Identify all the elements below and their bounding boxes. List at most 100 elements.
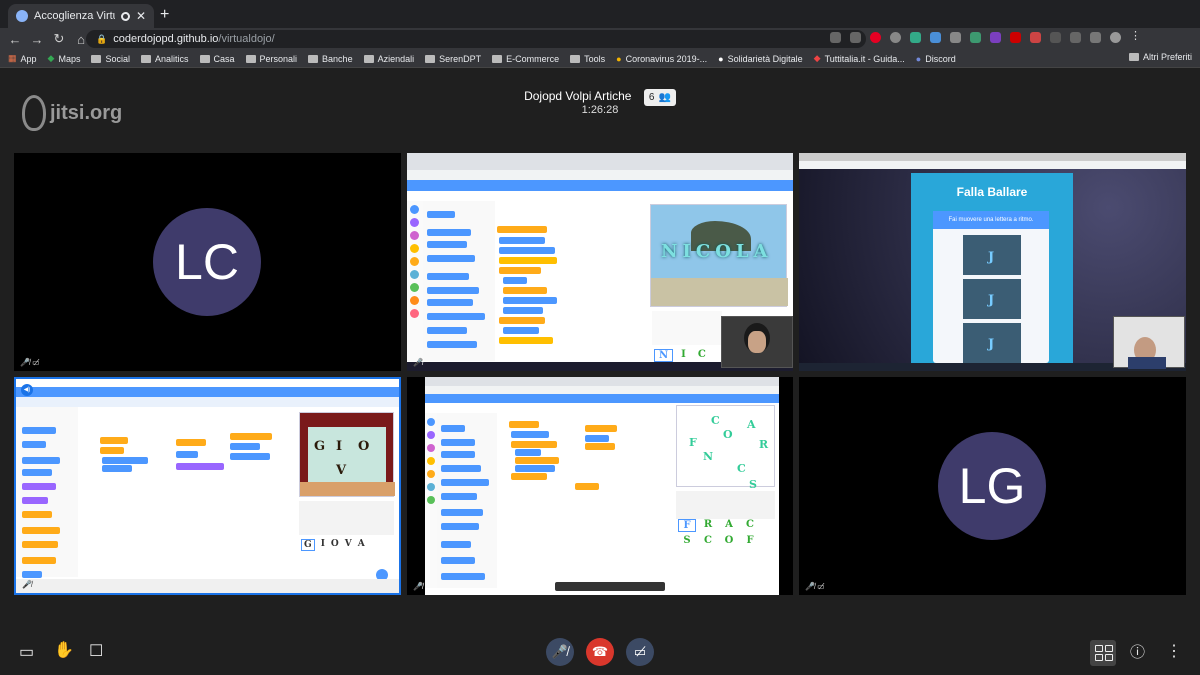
screen-scratch-menu	[425, 394, 779, 403]
video-tile-screen-letters[interactable]: F C A N R O C S F R A C S C O F 🎤̸	[407, 377, 793, 595]
back-icon[interactable]: ←	[4, 32, 26, 47]
bookmark-other[interactable]: Altri Preferiti	[1128, 52, 1192, 62]
extension-icon[interactable]	[950, 32, 961, 43]
sprite-thumb[interactable]: I	[677, 349, 690, 362]
sprite-thumb[interactable]: V	[345, 539, 352, 551]
new-tab-button[interactable]: +	[160, 6, 169, 24]
extension-icon[interactable]	[1010, 32, 1021, 43]
muted-icons: 🎤̸	[413, 582, 423, 591]
folder-icon	[1128, 53, 1139, 61]
extension-icon[interactable]	[910, 32, 921, 43]
sprite-thumb[interactable]: S	[678, 535, 696, 546]
tile-view-button[interactable]	[1090, 640, 1116, 666]
block-categories	[425, 413, 437, 588]
address-bar[interactable]: 🔒 coderdojopd.github.io /virtualdojo/	[86, 30, 866, 48]
sprite-thumb[interactable]: I	[321, 539, 325, 551]
chat-icon[interactable]: ☐	[89, 641, 103, 661]
bookmark-folder[interactable]: Social	[91, 54, 130, 64]
sprite-thumb[interactable]: C	[741, 519, 759, 532]
maps-pin-icon: ◆	[47, 53, 55, 63]
camera-icon[interactable]	[830, 32, 841, 43]
extension-icon[interactable]	[1070, 32, 1081, 43]
bookmark-coronavirus[interactable]: ● Coronavirus 2019-...	[616, 54, 707, 64]
extension-icon[interactable]	[890, 32, 901, 43]
forward-icon[interactable]: →	[26, 32, 48, 47]
onenote-icon[interactable]	[990, 32, 1001, 43]
muted-icons: 🎤̸	[22, 580, 32, 589]
extension-icon[interactable]	[930, 32, 941, 43]
address-row: ← → ↻ ⌂ 🔒 coderdojopd.github.io /virtual…	[0, 28, 1200, 50]
block-palette	[16, 407, 78, 578]
bookmark-discord[interactable]: ● Discord	[916, 54, 956, 64]
bookmark-folder[interactable]: E-Commerce	[492, 54, 559, 64]
lock-icon: 🔒	[96, 33, 108, 44]
folder-icon	[308, 54, 319, 63]
scratch-stage: G I O V	[299, 412, 395, 497]
sprite-thumb[interactable]: F	[741, 535, 759, 546]
bookmark-favicon-icon: ●	[718, 53, 724, 64]
video-tile-lc[interactable]: LC 🎤̸ ▭̸	[14, 153, 401, 371]
star-icon[interactable]	[850, 32, 861, 43]
bookmark-folder[interactable]: SerenDPT	[425, 54, 481, 64]
sprite-thumb[interactable]: O	[331, 539, 339, 551]
stage-letter: O	[358, 439, 370, 454]
sprite-thumb[interactable]: C	[699, 535, 717, 546]
browser-tab[interactable]: Accoglienza Virtual Dojo ✕	[8, 4, 154, 28]
sprite-thumb[interactable]: O	[720, 535, 738, 546]
extension-icon[interactable]	[1050, 32, 1061, 43]
sprite-thumb[interactable]: R	[699, 519, 717, 532]
folder-icon	[363, 54, 374, 63]
mute-microphone-button[interactable]: 🎤̸	[546, 638, 574, 666]
hangup-button[interactable]: ☎	[586, 638, 614, 666]
sprite-thumb[interactable]: F	[678, 519, 696, 532]
dominant-speaker-icon: ◀)	[21, 384, 33, 396]
avatar: LG	[938, 432, 1046, 540]
sprite-info	[652, 311, 722, 345]
tutorial-panel: Falla Ballare Fai muovere una lettera a …	[911, 173, 1073, 363]
close-tab-icon[interactable]: ✕	[136, 9, 146, 23]
bookmark-tuttitalia[interactable]: ◆ Tuttitalia.it - Guida...	[814, 53, 905, 64]
profile-avatar-icon[interactable]	[1110, 32, 1121, 43]
participants-icon: 👥	[658, 92, 671, 103]
more-options-icon[interactable]: ⋮	[1166, 641, 1182, 661]
bookmark-folder[interactable]: Tools	[570, 54, 605, 64]
extension-icon[interactable]	[1090, 32, 1101, 43]
raise-hand-icon[interactable]: ✋	[54, 640, 74, 660]
bookmark-folder[interactable]: Personali	[245, 54, 297, 64]
video-tile-lg[interactable]: LG 🎤̸ ▭̸	[799, 377, 1186, 595]
muted-icons: 🎤̸ ▭̸	[805, 582, 825, 591]
shared-screen: F C A N R O C S F R A C S C O F	[425, 377, 779, 595]
bookmark-folder[interactable]: Analitics	[140, 54, 189, 64]
sprite-thumb[interactable]: A	[720, 519, 738, 532]
bookmark-solidarieta[interactable]: ● Solidarietà Digitale	[718, 54, 802, 64]
camera-toggle-button[interactable]: ▭̸	[626, 638, 654, 666]
block-categories	[407, 201, 423, 361]
extension-icon[interactable]	[1030, 32, 1041, 43]
screen-share-icon[interactable]: ▭	[19, 642, 34, 662]
video-tile-screen-giova[interactable]: G I O V G I O V A ◀) 🎤̸	[14, 377, 401, 595]
stage-text: NICOLA	[661, 241, 773, 262]
video-tile-screen-falla-ballare[interactable]: Falla Ballare Fai muovere una lettera a …	[799, 153, 1186, 371]
reload-icon[interactable]: ↻	[48, 31, 70, 47]
bookmark-folder[interactable]: Banche	[308, 54, 353, 64]
extension-icon[interactable]	[970, 32, 981, 43]
bookmark-folder[interactable]: Aziendali	[363, 54, 414, 64]
bookmark-maps[interactable]: ◆ Maps	[48, 53, 81, 64]
bookmark-folder[interactable]: Casa	[199, 54, 235, 64]
discord-icon: ●	[915, 53, 922, 64]
step-image: J	[963, 279, 1021, 319]
video-tile-screen-nicola[interactable]: NICOLA N I C 🎤̸	[407, 153, 793, 371]
sprite-thumb[interactable]: C	[694, 349, 710, 362]
sprite-thumb[interactable]: N	[654, 349, 674, 362]
sprite-thumb[interactable]: G	[301, 539, 315, 551]
screen-tab-row	[16, 397, 399, 407]
info-icon[interactable]: ⓘ	[1130, 641, 1145, 662]
bookmark-apps[interactable]: ▦ App	[8, 53, 37, 64]
tab-favicon-icon	[16, 10, 28, 22]
url-path: /virtualdojo/	[218, 33, 275, 45]
menu-dots-icon[interactable]: ⋮	[1130, 31, 1141, 43]
sprite-thumb[interactable]: A	[358, 539, 365, 551]
screen-scratch-menu	[16, 387, 399, 397]
pinterest-icon[interactable]	[870, 32, 881, 43]
bookmarks-bar: ▦ App ◆ Maps Social Analitics Casa Persona…	[0, 50, 1200, 68]
